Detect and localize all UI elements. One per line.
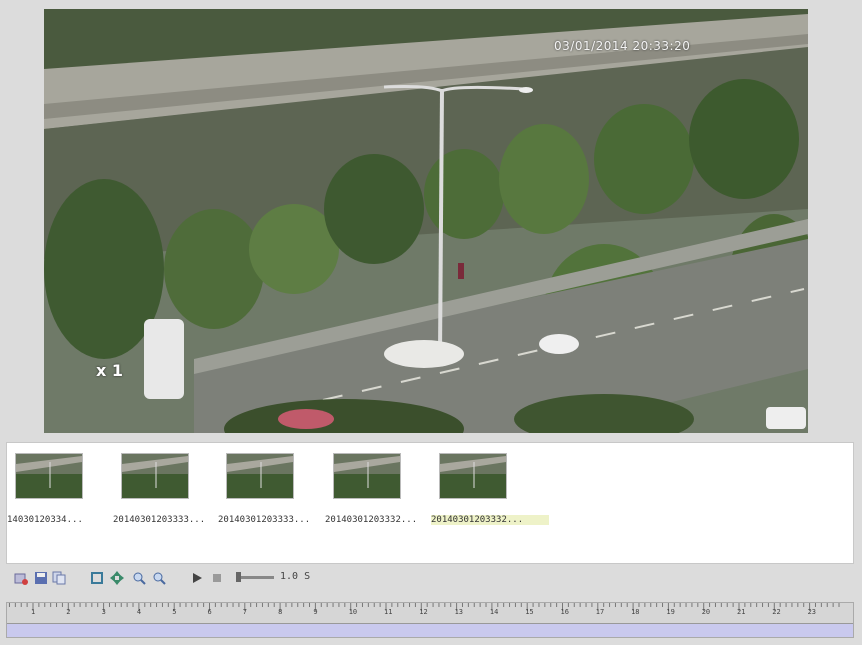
stop-icon[interactable] — [210, 570, 224, 584]
video-frame[interactable]: 03/01/2014 20:33:20 x 1 — [44, 9, 808, 433]
timeline-hour-label: 6 — [207, 608, 212, 616]
playback-speed-overlay: x 1 — [96, 361, 124, 380]
timeline[interactable]: 1 2 3 4 5 6 7 8 9 10 11 12 13 14 15 16 17 18 19 20 21 22 23 — [6, 602, 854, 638]
fit-screen-icon[interactable] — [90, 570, 104, 584]
timeline-hour-label: 1 — [31, 608, 36, 616]
move-icon[interactable] — [110, 570, 124, 585]
timeline-hour-label: 11 — [384, 608, 393, 616]
timeline-hour-label: 22 — [772, 608, 781, 616]
timeline-hour-label: 20 — [701, 608, 711, 616]
timeline-hour-label: 16 — [560, 608, 569, 616]
thumbnail-caption: 14030120334... — [7, 515, 83, 525]
timeline-hour-label: 4 — [136, 608, 142, 616]
thumbnail-image — [226, 453, 294, 499]
save-icon[interactable] — [34, 570, 48, 584]
thumbnail-image — [121, 453, 189, 499]
play-icon[interactable] — [190, 570, 204, 584]
copy-icon[interactable] — [52, 570, 66, 585]
recording-track[interactable] — [7, 624, 853, 637]
timeline-hour-label: 3 — [101, 608, 106, 616]
ruler-ticks — [8, 603, 840, 611]
timeline-hour-label: 23 — [807, 608, 817, 616]
thumbnail-image — [333, 453, 401, 499]
video-timestamp: 03/01/2014 20:33:20 — [554, 39, 691, 53]
timeline-hour-label: 7 — [242, 608, 248, 616]
timeline-hour-label: 14 — [489, 608, 499, 616]
speed-slider-handle[interactable] — [236, 572, 241, 582]
timeline-hour-label: 21 — [737, 608, 746, 616]
timeline-hour-label: 18 — [631, 608, 640, 616]
timeline-hour-label: 5 — [172, 608, 177, 616]
playback-toolbar: 1.0 S — [6, 566, 854, 590]
timeline-hour-label: 15 — [525, 608, 534, 616]
thumbnail-caption: 20140301203333... — [218, 515, 311, 525]
thumbnail-strip: 14030120334... 20140301203333... 2014030… — [6, 442, 854, 564]
zoom-in-icon[interactable] — [132, 570, 146, 585]
thumbnail-caption: 20140301203332... — [431, 515, 549, 525]
timeline-hour-label: 17 — [595, 608, 605, 616]
timeline-hour-label: 10 — [348, 608, 358, 616]
thumbnail-caption: 20140301203332... — [325, 515, 418, 525]
timeline-hour-label: 8 — [278, 608, 283, 616]
zoom-out-icon[interactable] — [152, 570, 166, 585]
timeline-hour-label: 19 — [666, 608, 675, 616]
video-scene — [44, 9, 808, 433]
speed-label: 1.0 S — [280, 571, 311, 582]
thumbnail-image — [15, 453, 83, 499]
thumbnail-image — [439, 453, 507, 499]
timeline-hour-label: 9 — [313, 608, 318, 616]
snapshot-icon[interactable] — [14, 570, 28, 585]
speed-slider[interactable] — [236, 572, 274, 582]
thumbnail-caption: 20140301203333... — [113, 515, 206, 525]
thumbnail-item-selected[interactable]: 20140301203332... — [431, 453, 559, 533]
timeline-hour-label: 12 — [419, 608, 428, 616]
timeline-ruler: 1 2 3 4 5 6 7 8 9 10 11 12 13 14 15 16 17 18 19 20 21 22 23 — [7, 603, 853, 624]
timeline-hour-label: 2 — [66, 608, 71, 616]
timeline-hour-label: 13 — [454, 608, 464, 616]
